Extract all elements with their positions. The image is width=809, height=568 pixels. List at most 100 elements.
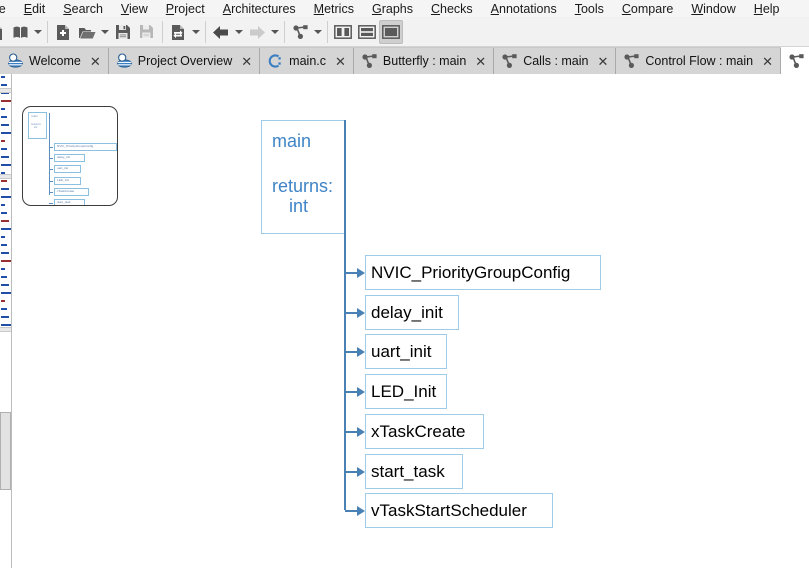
- chevron-down-icon[interactable]: [269, 20, 281, 44]
- menu-help[interactable]: Help: [745, 0, 789, 18]
- tree-item-stub[interactable]: [1, 236, 5, 238]
- tree-item-stub[interactable]: [1, 84, 7, 86]
- tree-item-stub[interactable]: [1, 140, 5, 142]
- close-icon[interactable]: ✕: [762, 55, 773, 68]
- tree-item-stub[interactable]: [1, 268, 5, 270]
- panel-divider: [0, 174, 11, 179]
- graph-node-callee[interactable]: start_task: [365, 454, 463, 489]
- menu-view[interactable]: View: [112, 0, 157, 18]
- save-icon: [115, 24, 131, 40]
- graph-node-main[interactable]: main returns: int: [261, 120, 345, 234]
- tree-item-stub[interactable]: [1, 164, 11, 166]
- save-button[interactable]: [111, 20, 135, 44]
- tree-item-stub[interactable]: [1, 324, 11, 326]
- declaration-graph-canvas[interactable]: main returns: int NVIC_PriorityGroupConf…: [12, 74, 809, 568]
- graph-node-callee[interactable]: LED_Init: [365, 374, 447, 409]
- menu-tools[interactable]: Tools: [566, 0, 613, 18]
- tree-item-stub[interactable]: [1, 188, 9, 190]
- close-icon[interactable]: ✕: [241, 55, 252, 68]
- tab-calls-main[interactable]: Calls : main ✕: [494, 48, 617, 74]
- close-icon[interactable]: ✕: [597, 55, 608, 68]
- tree-item-stub[interactable]: [1, 292, 11, 294]
- menu-le[interactable]: le: [0, 0, 15, 18]
- menu-project[interactable]: Project: [157, 0, 214, 18]
- graph-icon: [623, 53, 639, 69]
- chevron-down-icon[interactable]: [233, 20, 245, 44]
- new-project-button[interactable]: [51, 20, 75, 44]
- layout-single-pane-button[interactable]: [379, 20, 403, 44]
- menu-checks[interactable]: Checks: [422, 0, 482, 18]
- minimap-edge: [49, 180, 53, 182]
- menu-mnemonic: P: [165, 1, 175, 16]
- tree-item-stub[interactable]: [1, 100, 11, 102]
- tree-item-stub[interactable]: [1, 244, 7, 246]
- graph-node-callee[interactable]: NVIC_PriorityGroupConfig: [365, 255, 601, 290]
- close-icon[interactable]: ✕: [335, 55, 346, 68]
- toolbar-group: [166, 18, 202, 47]
- tree-item-stub[interactable]: [1, 76, 5, 78]
- close-icon[interactable]: ✕: [90, 55, 101, 68]
- toolbar-group: [288, 18, 324, 47]
- tree-item-stub[interactable]: [1, 228, 11, 230]
- tab-main-c[interactable]: main.c ✕: [260, 48, 354, 74]
- arrowhead-icon: [357, 307, 365, 318]
- navigate-back-button[interactable]: [209, 20, 233, 44]
- new-file-icon: [55, 24, 71, 41]
- tree-item-stub[interactable]: [1, 220, 9, 222]
- graph-node-callee[interactable]: uart_init: [365, 334, 447, 369]
- graph-node-callee[interactable]: vTaskStartScheduler: [365, 493, 553, 528]
- toolbar-separator: [162, 21, 163, 43]
- tab-label: Project Overview: [137, 54, 233, 68]
- tree-item-stub[interactable]: [1, 212, 7, 214]
- tree-item-stub[interactable]: [1, 308, 7, 310]
- export-button[interactable]: [166, 20, 190, 44]
- menu-graphs[interactable]: Graphs: [363, 0, 422, 18]
- graph-node-callee[interactable]: xTaskCreate: [365, 414, 484, 449]
- menu-edit[interactable]: Edit: [15, 0, 55, 18]
- tree-item-stub[interactable]: [1, 284, 9, 286]
- layout-split-horizontal-button[interactable]: [355, 20, 379, 44]
- tab-control-flow-main[interactable]: Control Flow : main ✕: [616, 48, 781, 74]
- chevron-down-icon[interactable]: [190, 20, 202, 44]
- tab-project-overview[interactable]: Project Overview ✕: [108, 48, 261, 74]
- tree-item-stub[interactable]: [1, 132, 11, 134]
- graph-node-callee[interactable]: delay_init: [365, 295, 459, 330]
- tree-item-stub[interactable]: [1, 116, 7, 118]
- menu-architectures[interactable]: Architectures: [214, 0, 305, 18]
- tree-item-stub[interactable]: [1, 300, 5, 302]
- menu-mnemonic: A: [490, 1, 500, 16]
- sidebar-item-entity-tree[interactable]: Entity Tree: [0, 412, 11, 490]
- tree-item-stub[interactable]: [1, 316, 9, 318]
- menu-metrics[interactable]: Metrics: [305, 0, 363, 18]
- menu-search[interactable]: Search: [54, 0, 112, 18]
- toolbar-separator: [327, 21, 328, 43]
- tab-butterfly-main[interactable]: Butterfly : main ✕: [353, 48, 495, 74]
- menu-window[interactable]: Window: [682, 0, 744, 18]
- menu-compare[interactable]: Compare: [613, 0, 682, 18]
- tree-item-stub[interactable]: [1, 180, 7, 182]
- tree-item-stub[interactable]: [1, 148, 7, 150]
- tree-item-stub[interactable]: [1, 156, 9, 158]
- chevron-down-icon[interactable]: [99, 20, 111, 44]
- tree-item-stub[interactable]: [1, 252, 9, 254]
- graph-icon: [788, 53, 804, 69]
- graph-view-button[interactable]: [288, 20, 312, 44]
- save-all-button: [135, 20, 159, 44]
- open-library-button[interactable]: [8, 20, 32, 44]
- clipped-toolbar-button[interactable]: [0, 20, 8, 44]
- tree-item-stub[interactable]: [1, 196, 11, 198]
- tree-item-stub[interactable]: [1, 124, 9, 126]
- tree-item-stub[interactable]: [1, 108, 5, 110]
- tree-item-stub[interactable]: [1, 276, 7, 278]
- tab-declaration-main[interactable]: Declaration : main✕: [780, 47, 809, 74]
- open-project-button[interactable]: [75, 20, 99, 44]
- graph-minimap[interactable]: main returns: int NVIC_PriorityGroupConf…: [22, 106, 118, 206]
- tree-item-stub[interactable]: [1, 260, 11, 262]
- close-icon[interactable]: ✕: [475, 55, 486, 68]
- layout-split-vertical-button[interactable]: [331, 20, 355, 44]
- tab-welcome[interactable]: Welcome ✕: [0, 48, 109, 74]
- menu-annotations[interactable]: Annotations: [482, 0, 566, 18]
- tree-item-stub[interactable]: [1, 204, 5, 206]
- chevron-down-icon[interactable]: [32, 20, 44, 44]
- chevron-down-icon[interactable]: [312, 20, 324, 44]
